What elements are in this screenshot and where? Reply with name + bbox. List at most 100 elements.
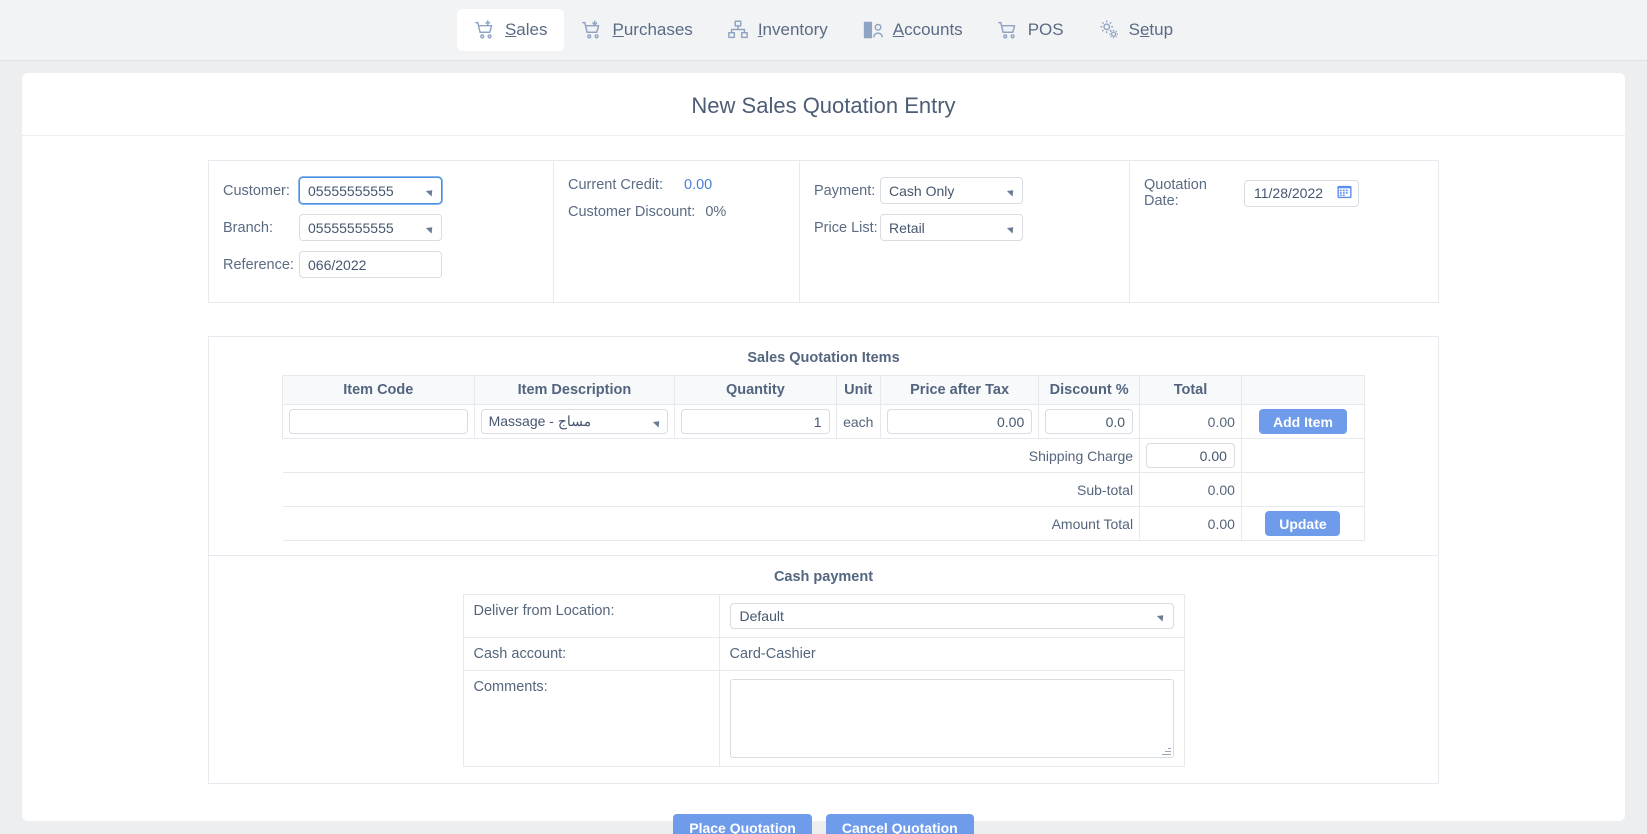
customer-row: Customer: 05555555555 — [223, 177, 539, 204]
current-credit-value: 0.00 — [684, 177, 713, 193]
quantity-input[interactable]: 1 — [681, 409, 830, 434]
page-card: New Sales Quotation Entry Customer: 0555… — [22, 73, 1625, 834]
cell-shipping-charge: 0.00 — [1139, 438, 1242, 473]
quotation-header-panel: Customer: 05555555555 Branch: 0555555555… — [208, 160, 1439, 303]
payment-select-value: Cash Only — [889, 182, 955, 199]
shipping-charge-row: Shipping Charge 0.00 — [282, 438, 1366, 473]
sales-quotation-items-panel: Sales Quotation Items Item Code Item Des… — [208, 336, 1439, 556]
cancel-quotation-button[interactable]: Cancel Quotation — [825, 814, 974, 834]
discount-pct-input[interactable]: 0.0 — [1045, 409, 1134, 434]
column-quantity: Quantity — [674, 375, 837, 405]
column-item-description: Item Description — [473, 375, 676, 405]
resize-handle-icon[interactable] — [1161, 746, 1171, 755]
cart-plus-icon — [474, 19, 496, 41]
shipping-charge-input[interactable]: 0.00 — [1146, 443, 1235, 468]
unit-value: each — [843, 413, 874, 430]
nav-item-sales[interactable]: Sales — [456, 9, 565, 51]
cash-payment-table: Deliver from Location: Default Cash acco… — [462, 594, 1185, 767]
payment-row: Payment: Cash Only — [814, 177, 1115, 204]
customer-discount-label: Customer Discount: — [568, 204, 696, 220]
cell-price-after-tax: 0.00 — [879, 404, 1040, 439]
subtotal-value: 0.00 — [1139, 472, 1242, 507]
reference-input-value: 066/2022 — [308, 256, 367, 273]
nav-item-accounts[interactable]: Accounts — [845, 9, 980, 51]
current-credit-label: Current Credit: — [568, 177, 664, 193]
payment-info-group: Payment: Cash Only Price List: Retail — [800, 161, 1130, 302]
branch-select-value: 05555555555 — [308, 219, 394, 236]
nav-item-pos[interactable]: POS — [980, 9, 1081, 51]
quantity-value: 1 — [813, 413, 822, 430]
cash-account-row: Cash account: Card-Cashier — [462, 637, 1185, 671]
subtotal-row: Sub-total 0.00 — [282, 472, 1366, 507]
date-info-group: Quotation Date: 11/28/2022 — [1130, 161, 1438, 302]
chevron-down-icon — [425, 186, 436, 197]
calendar-icon[interactable] — [1337, 184, 1352, 202]
customer-discount-value: 0% — [705, 204, 727, 220]
discount-pct-value: 0.0 — [1105, 413, 1126, 430]
deliver-from-label: Deliver from Location: — [462, 594, 720, 638]
customer-label: Customer: — [223, 182, 290, 199]
nav-item-inventory[interactable]: Inventory — [710, 9, 845, 51]
cell-discount-pct: 0.0 — [1038, 404, 1141, 439]
reference-input[interactable]: 066/2022 — [299, 251, 442, 278]
quotation-date-row: Quotation Date: 11/28/2022 — [1144, 177, 1424, 209]
nav-item-setup[interactable]: Setup — [1081, 9, 1190, 51]
add-item-button[interactable]: Add Item — [1258, 409, 1347, 434]
server-user-icon — [862, 19, 884, 41]
item-description-select[interactable]: Massage - مساج — [480, 409, 669, 434]
payment-select[interactable]: Cash Only — [880, 177, 1023, 204]
cart-down-icon — [581, 19, 603, 41]
cell-unit: each — [835, 404, 881, 439]
table-row: Massage - مساج 1 each 0.00 0.0 0.00 Add … — [282, 404, 1366, 439]
branch-label: Branch: — [223, 219, 273, 236]
cash-account-label: Cash account: — [462, 637, 720, 671]
amount-total-row: Amount Total 0.00 Update — [282, 506, 1366, 541]
main-navigation: Sales Purchases Inventory Accounts POS S… — [0, 0, 1647, 61]
column-actions — [1240, 375, 1366, 405]
place-quotation-button[interactable]: Place Quotation — [673, 814, 812, 834]
item-code-input[interactable] — [289, 409, 468, 434]
deliver-from-row: Deliver from Location: Default — [462, 594, 1185, 638]
shipping-charge-label: Shipping Charge — [282, 438, 1141, 473]
nav-item-accounts-label: Accounts — [892, 20, 963, 39]
cell-item-code — [282, 404, 475, 439]
page-title: New Sales Quotation Entry — [22, 73, 1625, 136]
cell-shipping-action — [1240, 438, 1366, 473]
customer-info-group: Customer: 05555555555 Branch: 0555555555… — [209, 161, 554, 302]
price-list-label: Price List: — [814, 219, 878, 236]
comments-textarea[interactable] — [729, 679, 1174, 758]
quotation-date-value: 11/28/2022 — [1254, 185, 1324, 201]
price-after-tax-input[interactable]: 0.00 — [886, 409, 1033, 434]
branch-select[interactable]: 05555555555 — [299, 214, 442, 241]
nav-item-pos-label: POS — [1027, 20, 1064, 39]
nav-item-inventory-label: Inventory — [757, 20, 828, 39]
current-credit-row: Current Credit: 0.00 — [568, 177, 785, 193]
column-discount-pct: Discount % — [1038, 375, 1141, 405]
cell-comments — [718, 670, 1185, 767]
branch-row: Branch: 05555555555 — [223, 214, 539, 241]
quotation-date-input[interactable]: 11/28/2022 — [1244, 179, 1359, 207]
deliver-from-value: Default — [739, 608, 784, 624]
items-table-header-row: Item Code Item Description Quantity Unit… — [282, 375, 1366, 405]
price-list-row: Price List: Retail — [814, 214, 1115, 241]
cell-item-description: Massage - مساج — [473, 404, 676, 439]
shipping-charge-value: 0.00 — [1199, 447, 1227, 464]
price-list-select[interactable]: Retail — [880, 214, 1023, 241]
column-total: Total — [1139, 375, 1242, 405]
update-button[interactable]: Update — [1265, 511, 1341, 536]
customer-select[interactable]: 05555555555 — [299, 177, 442, 204]
subtotal-label: Sub-total — [282, 472, 1141, 507]
chevron-down-icon — [1006, 223, 1017, 234]
nav-item-sales-label: Sales — [504, 20, 548, 39]
row-total-value: 0.00 — [1207, 413, 1235, 430]
nav-item-purchases[interactable]: Purchases — [564, 9, 709, 51]
chevron-down-icon — [653, 417, 663, 428]
cell-quantity: 1 — [674, 404, 837, 439]
price-after-tax-value: 0.00 — [996, 413, 1025, 430]
nav-item-setup-label: Setup — [1128, 20, 1174, 39]
customer-discount-row: Customer Discount: 0% — [568, 204, 785, 220]
sitemap-icon — [727, 19, 749, 41]
deliver-from-select[interactable]: Default — [729, 603, 1174, 629]
cell-total: 0.00 — [1139, 404, 1242, 439]
column-item-code: Item Code — [282, 375, 475, 405]
